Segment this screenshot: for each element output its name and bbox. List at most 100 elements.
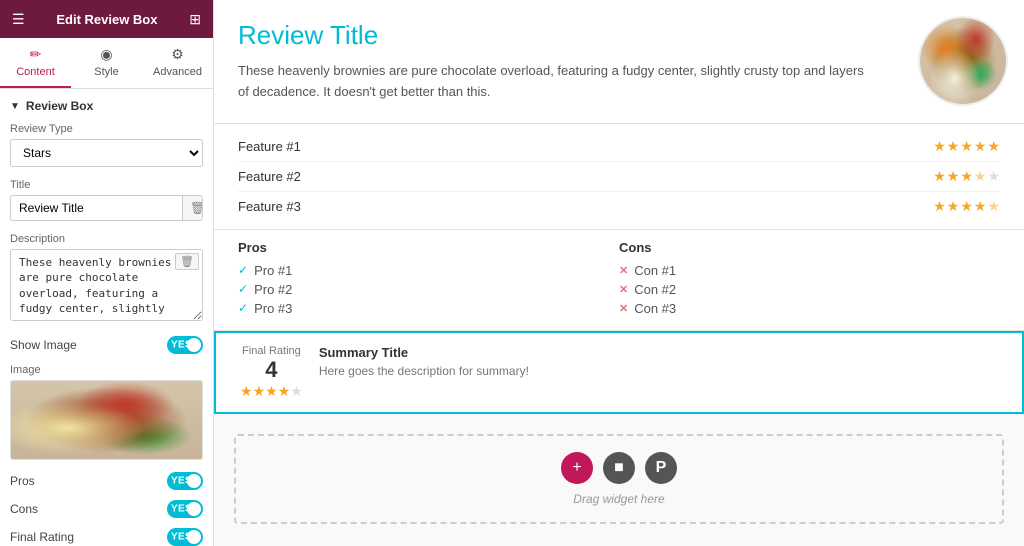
food-circle-image [920,18,1006,104]
drag-area: + ■ P Drag widget here [234,434,1004,524]
star-empty: ★ [987,168,1000,185]
final-rating-label: Final Rating [10,530,74,544]
pro-text-2: Pro #2 [254,282,292,297]
con-text-1: Con #1 [634,263,676,278]
review-type-select[interactable]: Stars Points Percentage [10,139,203,167]
review-type-row: Stars Points Percentage [10,139,203,167]
description-wrap: These heavenly brownies are pure chocola… [10,249,203,324]
panel-header: ☰ Edit Review Box ⊞ [0,0,213,38]
tab-advanced[interactable]: ⚙ Advanced [142,38,213,88]
grid-icon[interactable]: ⊞ [189,11,201,28]
tab-style[interactable]: ◉ Style [71,38,142,88]
preview-area: Review Title These heavenly brownies are… [214,0,1024,124]
star: ★ [960,168,973,185]
features-section: Feature #1 ★ ★ ★ ★ ★ Feature #2 ★ ★ ★ ★ … [214,124,1024,230]
drag-widget-text: Drag widget here [573,492,664,506]
collapse-arrow: ▼ [10,101,20,112]
con-item-3: ✕ Con #3 [619,301,1000,316]
section-header[interactable]: ▼ Review Box [10,99,203,113]
show-image-toggle[interactable]: YES [167,336,203,354]
pros-label: Pros [10,474,35,488]
circle-icon: ◉ [100,46,112,63]
star: ★ [987,138,1000,155]
star-half: ★ [987,198,1000,215]
final-star-5: ★ [290,383,303,400]
description-clear-icon[interactable]: 🗑 [175,253,199,270]
summary-area: Summary Title Here goes the description … [319,345,998,400]
panel-body: ▼ Review Box Review Type Stars Points Pe… [0,89,213,546]
star: ★ [933,138,946,155]
con-text-2: Con #2 [634,282,676,297]
pro-text-1: Pro #1 [254,263,292,278]
tabs: ✏ Content ◉ Style ⚙ Advanced [0,38,213,89]
title-clear-icon[interactable]: 🗑 [182,196,203,220]
title-input-wrap: 🗑 [10,195,203,221]
star: ★ [947,168,960,185]
cons-label: Cons [10,502,38,516]
final-star-2: ★ [253,383,266,400]
final-star-4: ★ [278,383,291,400]
show-image-label: Show Image [10,338,77,352]
summary-desc: Here goes the description for summary! [319,364,998,378]
cons-toggle[interactable]: YES [167,500,203,518]
pro-item-3: ✓ Pro #3 [238,301,619,316]
cons-column: Cons ✕ Con #1 ✕ Con #2 ✕ Con #3 [619,240,1000,320]
final-rating-toggle[interactable]: YES [167,528,203,546]
con-text-3: Con #3 [634,301,676,316]
star-half: ★ [974,168,987,185]
review-type-field: Review Type Stars Points Percentage [10,123,203,167]
feature-stars-2: ★ ★ ★ ★ ★ [933,168,1000,185]
pencil-icon: ✏ [30,46,42,63]
feature-name-3: Feature #3 [238,199,301,214]
pros-header: Pros [238,240,619,255]
summary-title: Summary Title [319,345,998,360]
title-field: Title 🗑 [10,179,203,221]
cons-header: Cons [619,240,1000,255]
x-icon-3: ✕ [619,302,628,315]
x-icon-1: ✕ [619,264,628,277]
feature-name-2: Feature #2 [238,169,301,184]
star: ★ [960,138,973,155]
hamburger-icon[interactable]: ☰ [12,11,25,28]
gear-icon: ⚙ [171,46,184,63]
title-label: Title [10,179,203,191]
widget-square-button[interactable]: ■ [603,452,635,484]
rating-stars-row: ★ ★ ★ ★ ★ [240,383,303,400]
feature-row-2: Feature #2 ★ ★ ★ ★ ★ [238,162,1000,192]
star: ★ [960,198,973,215]
rating-number: Final Rating [242,345,301,357]
right-panel: Review Title These heavenly brownies are… [214,0,1024,546]
check-icon-3: ✓ [238,301,248,315]
con-item-2: ✕ Con #2 [619,282,1000,297]
review-title: Review Title [238,20,1000,51]
show-image-row: Show Image YES [10,336,203,354]
final-star-3: ★ [265,383,278,400]
image-field: Image [10,364,203,460]
title-input[interactable] [11,196,182,220]
pro-item-1: ✓ Pro #1 [238,263,619,278]
food-image [11,381,202,459]
con-item-1: ✕ Con #1 [619,263,1000,278]
rating-value: 4 [265,357,277,383]
section-title: Review Box [26,99,93,113]
left-panel: ☰ Edit Review Box ⊞ ✏ Content ◉ Style ⚙ … [0,0,214,546]
feature-name-1: Feature #1 [238,139,301,154]
review-description: These heavenly brownies are pure chocola… [238,61,878,103]
image-preview [10,380,203,460]
panel-title: Edit Review Box [56,12,157,27]
feature-row-3: Feature #3 ★ ★ ★ ★ ★ [238,192,1000,221]
star: ★ [933,168,946,185]
star: ★ [947,138,960,155]
feature-row-1: Feature #1 ★ ★ ★ ★ ★ [238,132,1000,162]
pros-column: Pros ✓ Pro #1 ✓ Pro #2 ✓ Pro #3 [238,240,619,320]
pro-item-2: ✓ Pro #2 [238,282,619,297]
widget-p-button[interactable]: P [645,452,677,484]
cons-row: Cons YES [10,500,203,518]
image-label: Image [10,364,203,376]
tab-content[interactable]: ✏ Content [0,38,71,88]
pros-toggle[interactable]: YES [167,472,203,490]
pros-cons-section: Pros ✓ Pro #1 ✓ Pro #2 ✓ Pro #3 Cons ✕ C… [214,230,1024,331]
final-star-1: ★ [240,383,253,400]
add-widget-button[interactable]: + [561,452,593,484]
pro-text-3: Pro #3 [254,301,292,316]
